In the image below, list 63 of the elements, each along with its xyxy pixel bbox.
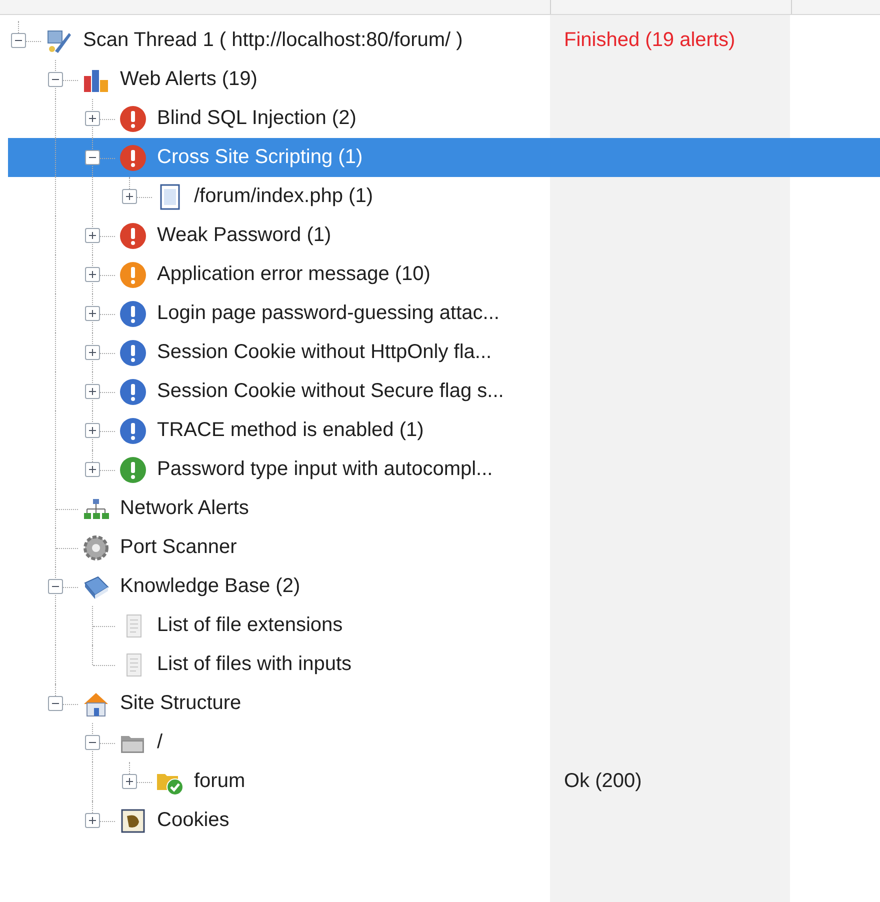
node-label: List of file extensions [157, 614, 343, 637]
expand-button[interactable] [122, 189, 137, 204]
tree-row[interactable]: Knowledge Base (2) [8, 567, 880, 606]
tree-row[interactable]: Site Structure [8, 684, 880, 723]
tree-row[interactable]: Login page password-guessing attac... [8, 294, 880, 333]
collapse-button[interactable] [48, 579, 63, 594]
tree-row[interactable]: Scan Thread 1 ( http://localhost:80/forum/ ) Finished (19 alerts) [8, 21, 880, 60]
expand-button[interactable] [85, 423, 100, 438]
collapse-button[interactable] [85, 150, 100, 165]
collapse-button[interactable] [85, 735, 100, 750]
node-label: /forum/index.php (1) [194, 185, 373, 208]
node-label: Application error message (10) [157, 263, 430, 286]
node-label: Cross Site Scripting (1) [157, 146, 363, 169]
node-label: Scan Thread 1 ( http://localhost:80/forum/ ) [83, 29, 463, 52]
tree-row[interactable]: Weak Password (1) [8, 216, 880, 255]
expand-button[interactable] [85, 306, 100, 321]
node-label: Session Cookie without Secure flag s... [157, 380, 504, 403]
status-text: Ok (200) [564, 770, 642, 793]
node-label: List of files with inputs [157, 653, 352, 676]
node-label: Knowledge Base (2) [120, 575, 300, 598]
gear-icon [82, 534, 110, 562]
tree-row[interactable]: Web Alerts (19) [8, 60, 880, 99]
status-text: Finished (19 alerts) [564, 29, 736, 52]
tree-row[interactable]: / [8, 723, 880, 762]
tree-row[interactable]: TRACE method is enabled (1) [8, 411, 880, 450]
node-label: Port Scanner [120, 536, 237, 559]
tree-row[interactable]: Blind SQL Injection (2) [8, 99, 880, 138]
node-label: / [157, 731, 163, 754]
tree-row[interactable]: Port Scanner [8, 528, 880, 567]
tree-row[interactable]: Application error message (10) [8, 255, 880, 294]
node-label: Site Structure [120, 692, 242, 715]
expand-button[interactable] [85, 345, 100, 360]
node-label: Cookies [157, 809, 230, 832]
tree-row[interactable]: Cross Site Scripting (1) [8, 138, 880, 177]
expand-button[interactable] [85, 813, 100, 828]
tree-row[interactable]: Password type input with autocompl... [8, 450, 880, 489]
expand-button[interactable] [85, 384, 100, 399]
node-label: forum [194, 770, 246, 793]
collapse-button[interactable] [48, 696, 63, 711]
node-label: Web Alerts (19) [120, 68, 258, 91]
collapse-button[interactable] [11, 33, 26, 48]
expand-button[interactable] [85, 462, 100, 477]
node-label: Blind SQL Injection (2) [157, 107, 356, 130]
node-label: Session Cookie without HttpOnly fla... [157, 341, 492, 364]
expand-button[interactable] [85, 228, 100, 243]
expand-button[interactable] [85, 267, 100, 282]
tree-row[interactable]: List of file extensions [8, 606, 880, 645]
expand-button[interactable] [122, 774, 137, 789]
collapse-button[interactable] [48, 72, 63, 87]
tree-row[interactable]: Session Cookie without Secure flag s... [8, 372, 880, 411]
node-label: TRACE method is enabled (1) [157, 419, 424, 442]
tree-row[interactable]: Session Cookie without HttpOnly fla... [8, 333, 880, 372]
node-label: Password type input with autocompl... [157, 458, 493, 481]
tree-row[interactable]: Network Alerts [8, 489, 880, 528]
tree-row[interactable]: forum Ok (200) [8, 762, 880, 801]
cookie-icon [119, 806, 147, 834]
node-label: Weak Password (1) [157, 224, 332, 247]
tree-row[interactable]: /forum/index.php (1) [8, 177, 880, 216]
expand-button[interactable] [85, 111, 100, 126]
node-label: Network Alerts [120, 497, 249, 520]
tree-row[interactable]: List of files with inputs [8, 645, 880, 684]
tree-row[interactable]: Cookies [8, 801, 880, 840]
node-label: Login page password-guessing attac... [157, 302, 500, 325]
